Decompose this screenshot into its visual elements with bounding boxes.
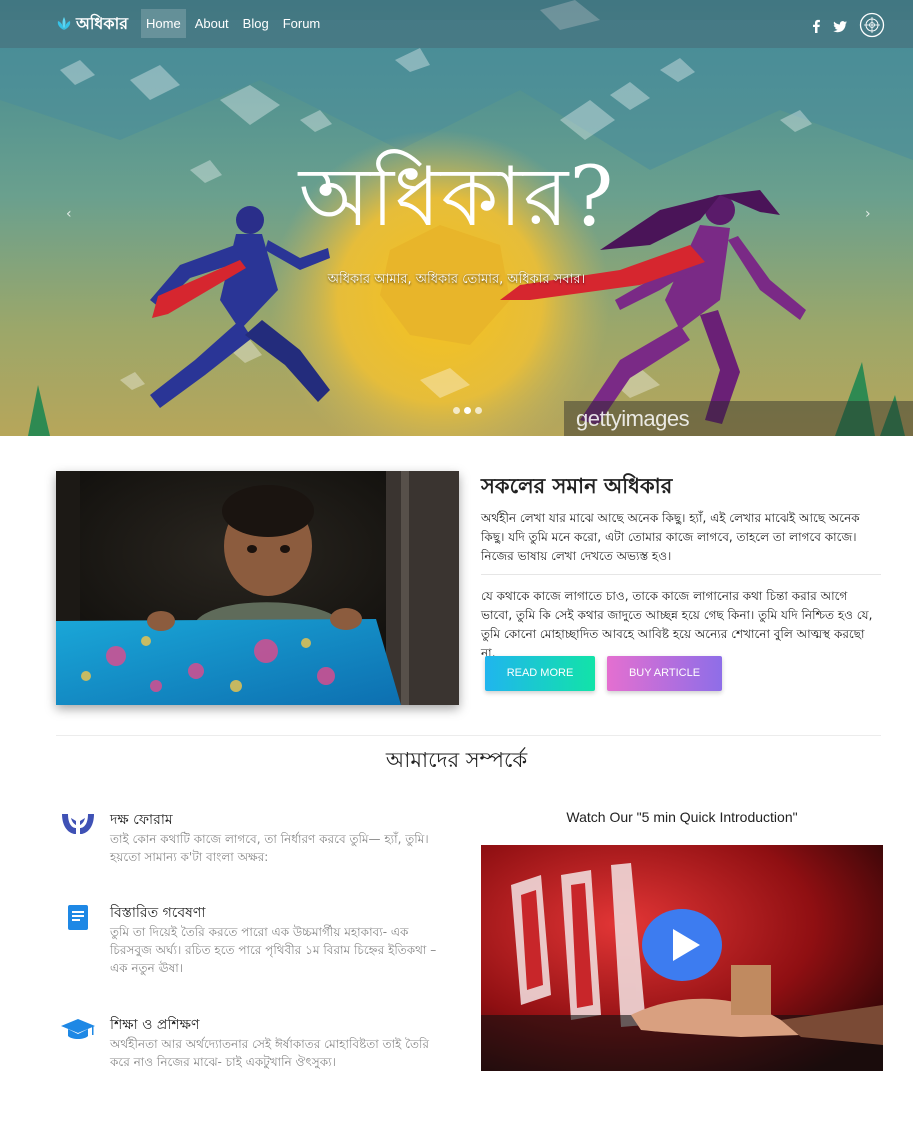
graduation-cap-icon (61, 1019, 95, 1039)
carousel-next-icon[interactable]: › (865, 206, 871, 222)
carousel-dot[interactable] (453, 407, 460, 414)
intro-video[interactable] (481, 845, 883, 1071)
hero-subtitle: অধিকার আমার, অধিকার তোমার, অধিকার সবার। (327, 272, 586, 287)
read-more-button[interactable]: READ MORE (485, 656, 595, 691)
nav-link-home[interactable]: Home (141, 9, 186, 38)
feature-title: শিক্ষা ও প্রশিক্ষণ (110, 1017, 200, 1033)
social-links (799, 12, 885, 42)
video-title: Watch Our "5 min Quick Introduction" (566, 809, 798, 825)
nav-link-about[interactable]: About (190, 9, 234, 38)
article-image (56, 471, 459, 705)
section-divider (56, 735, 881, 736)
feature-description: অর্থহীনতা আর অর্থদ্যোতনার সেই ঈর্ষাকাতর … (110, 1037, 429, 1069)
book-icon (68, 905, 88, 930)
nav-link-forum[interactable]: Forum (278, 9, 326, 38)
about-section-title: আমাদের সম্পর্কে (385, 748, 528, 772)
brand-name: অধিকার (76, 13, 129, 33)
nav-link-blog[interactable]: Blog (238, 9, 274, 38)
facebook-icon[interactable] (811, 18, 821, 37)
feature-description: তুমি তা দিয়েই তৈরি করতে পারো এক উচ্চমার… (110, 925, 437, 975)
article-paragraph-2: যে কথাকে কাজে লাগাতে চাও, তাকে কাজে লাগা… (481, 589, 873, 660)
feature-description: তাই কোন কথাটি কাজে লাগবে, তা নির্ধারণ কর… (110, 832, 429, 864)
carousel-indicators (453, 407, 486, 414)
hands-icon (62, 814, 94, 834)
carousel-dot-active[interactable] (464, 407, 471, 414)
brand-logo[interactable]: অধিকার (56, 12, 128, 36)
child-photo (56, 471, 459, 705)
article-divider (481, 574, 881, 575)
buy-article-button[interactable]: BUY ARTICLE (607, 656, 722, 691)
lotus-icon (57, 17, 71, 30)
twitter-icon[interactable] (833, 18, 847, 37)
article-title: সকলের সমান অধিকার (481, 474, 673, 498)
watermark-text: gettyimages (576, 406, 690, 431)
play-icon (673, 929, 700, 961)
hero-carousel: অধিকার Home About Blog Forum অধিকার? অধি… (0, 0, 913, 436)
un-emblem-icon[interactable] (859, 12, 885, 42)
feature-title: দক্ষ ফোরাম (110, 812, 173, 828)
main-nav: Home About Blog Forum (141, 9, 329, 38)
carousel-dot[interactable] (475, 407, 482, 414)
carousel-prev-icon[interactable]: ‹ (66, 206, 72, 222)
play-button[interactable] (642, 909, 722, 981)
feature-title: বিস্তারিত গবেষণা (110, 905, 206, 921)
hero-title: অধিকার? (298, 150, 615, 245)
gettyimages-watermark: gettyimages (564, 401, 913, 436)
article-paragraph-1: অর্থহীন লেখা যার মাঝে আছে অনেক কিছু। হ্য… (481, 511, 860, 563)
top-navbar: অধিকার Home About Blog Forum (0, 0, 913, 48)
